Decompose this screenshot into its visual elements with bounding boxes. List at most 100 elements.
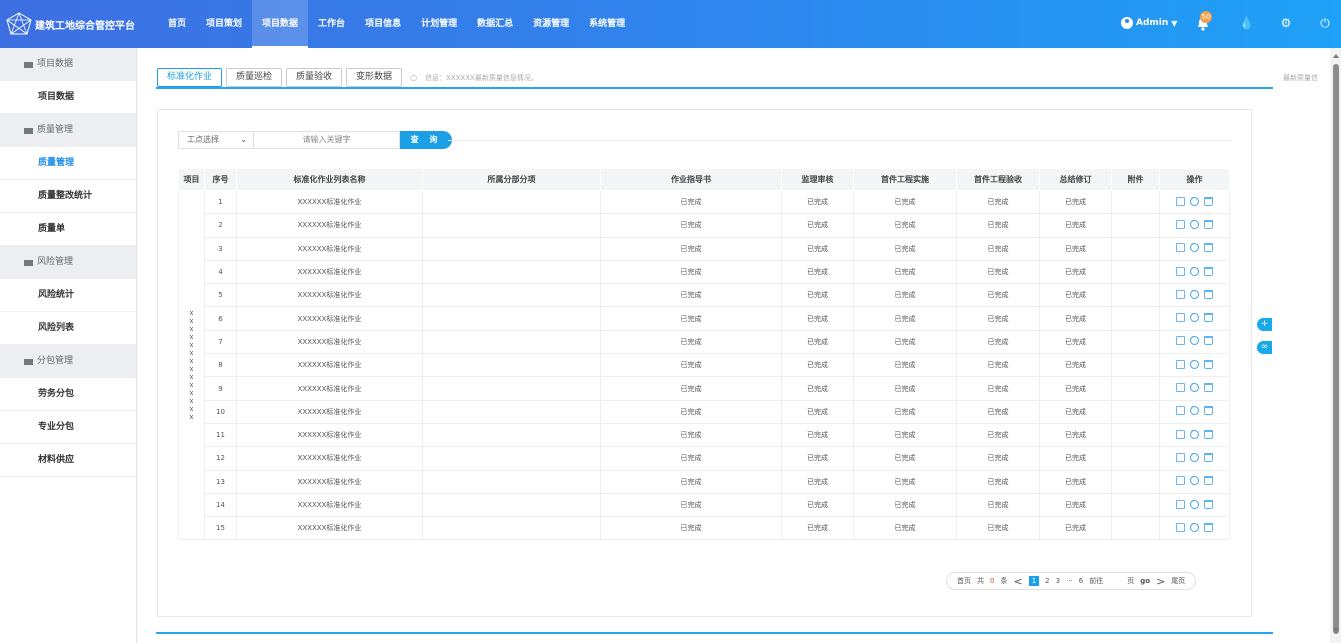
- more-icon[interactable]: [1190, 474, 1199, 486]
- nav-item-workbench[interactable]: 工作台: [308, 0, 355, 48]
- delete-icon[interactable]: [1204, 452, 1213, 462]
- nav-item-resource-management[interactable]: 资源管理: [523, 0, 579, 48]
- sidebar-item-risk-statistics[interactable]: 风险统计: [0, 279, 136, 312]
- edit-icon[interactable]: [1176, 196, 1185, 206]
- edit-icon[interactable]: [1176, 359, 1185, 369]
- theme-drop-icon[interactable]: 💧: [1239, 16, 1254, 30]
- page-2-button[interactable]: 2: [1045, 577, 1049, 585]
- sidebar-group-subcontract[interactable]: 分包管理: [0, 345, 136, 378]
- delete-icon[interactable]: [1204, 359, 1213, 369]
- edit-icon[interactable]: [1176, 266, 1185, 276]
- go-button[interactable]: go: [1140, 577, 1150, 585]
- nav-item-project-info[interactable]: 项目信息: [355, 0, 411, 48]
- app-logo[interactable]: 建筑工地综合管控平台: [6, 12, 135, 36]
- delete-icon[interactable]: [1204, 243, 1213, 253]
- edit-icon[interactable]: [1176, 499, 1185, 509]
- edit-icon[interactable]: [1176, 336, 1185, 346]
- row-first-impl: 已完成: [853, 283, 957, 308]
- more-icon[interactable]: [1190, 265, 1199, 276]
- power-icon[interactable]: ⏻: [1318, 16, 1332, 30]
- delete-icon[interactable]: [1204, 499, 1213, 509]
- nav-item-system-management[interactable]: 系统管理: [579, 0, 635, 48]
- edit-icon[interactable]: [1176, 313, 1185, 323]
- edit-icon[interactable]: [1176, 243, 1185, 253]
- more-icon[interactable]: [1190, 311, 1199, 323]
- sidebar-item-risk-list[interactable]: 风险列表: [0, 312, 136, 345]
- delete-icon[interactable]: [1204, 219, 1213, 229]
- edit-icon[interactable]: [1176, 219, 1185, 229]
- first-page-button[interactable]: 首页: [957, 576, 971, 586]
- vertical-scrollbar[interactable]: [1331, 48, 1341, 643]
- delete-icon[interactable]: [1204, 289, 1213, 299]
- link-float-button[interactable]: ∞: [1257, 341, 1272, 354]
- top-navbar: 建筑工地综合管控平台 首页 项目策划 项目数据 工作台 项目信息 计划管理 数据…: [0, 0, 1341, 48]
- more-icon[interactable]: [1190, 218, 1199, 229]
- last-page-button[interactable]: 尾页: [1171, 576, 1185, 586]
- delete-icon[interactable]: [1204, 406, 1213, 416]
- delete-icon[interactable]: [1204, 196, 1213, 206]
- query-button[interactable]: 查 询: [400, 131, 452, 149]
- more-icon[interactable]: [1190, 521, 1199, 532]
- next-page-button[interactable]: >: [1156, 575, 1165, 588]
- more-icon[interactable]: [1190, 381, 1199, 393]
- more-icon[interactable]: [1190, 195, 1199, 206]
- prev-page-button[interactable]: <: [1013, 575, 1022, 588]
- delete-icon[interactable]: [1204, 336, 1213, 346]
- sidebar-item-labor-subcontract[interactable]: 劳务分包: [0, 378, 136, 411]
- scrollbar-thumb[interactable]: [1333, 64, 1339, 634]
- more-icon[interactable]: [1190, 288, 1199, 299]
- more-icon[interactable]: [1190, 241, 1199, 253]
- page-3-button[interactable]: 3: [1056, 577, 1060, 585]
- edit-icon[interactable]: [1176, 289, 1185, 299]
- scroll-down-arrow-icon[interactable]: [1333, 628, 1339, 632]
- more-icon[interactable]: [1190, 498, 1199, 509]
- row-attachment: [1111, 189, 1160, 215]
- nav-item-home[interactable]: 首页: [158, 0, 196, 48]
- edit-icon[interactable]: [1176, 522, 1185, 532]
- tab-quality-acceptance[interactable]: 质量验收: [286, 68, 343, 87]
- delete-icon[interactable]: [1204, 429, 1213, 439]
- user-menu[interactable]: Admin ▼: [1121, 17, 1177, 29]
- page-1-button[interactable]: 1: [1028, 576, 1040, 586]
- settings-gear-icon[interactable]: ⚙: [1279, 16, 1293, 30]
- edit-icon[interactable]: [1176, 476, 1185, 486]
- nav-item-project-data[interactable]: 项目数据: [252, 0, 309, 48]
- sidebar-item-material-supply[interactable]: 材料供应: [0, 444, 136, 477]
- add-float-button[interactable]: +: [1257, 318, 1272, 331]
- more-icon[interactable]: [1190, 404, 1199, 416]
- more-icon[interactable]: [1190, 358, 1199, 369]
- nav-item-plan-management[interactable]: 计划管理: [411, 0, 467, 48]
- sidebar-item-quality-management[interactable]: 质量管理: [0, 147, 136, 180]
- edit-icon[interactable]: [1176, 383, 1185, 393]
- delete-icon[interactable]: [1204, 522, 1213, 532]
- delete-icon[interactable]: [1204, 383, 1213, 393]
- tab-standardized-work[interactable]: 标准化作业: [157, 68, 223, 87]
- edit-icon[interactable]: [1176, 452, 1185, 462]
- sidebar-group-quality[interactable]: 质量管理: [0, 114, 136, 147]
- row-actions: [1159, 516, 1230, 541]
- sidebar-group-project-data[interactable]: 项目数据: [0, 48, 136, 81]
- site-select[interactable]: 工点选择 ⌄: [178, 131, 253, 149]
- delete-icon[interactable]: [1204, 313, 1213, 323]
- edit-icon[interactable]: [1176, 406, 1185, 416]
- delete-icon[interactable]: [1204, 266, 1213, 276]
- sidebar-item-quality-rectification[interactable]: 质量整改统计: [0, 180, 136, 213]
- notification-button[interactable]: 50: [1196, 11, 1212, 33]
- more-icon[interactable]: [1190, 334, 1199, 346]
- sidebar-item-quality-sheet[interactable]: 质量单: [0, 213, 136, 246]
- delete-icon[interactable]: [1204, 476, 1213, 486]
- tab-deformation-data[interactable]: 变形数据: [346, 68, 403, 87]
- keyword-input[interactable]: 请输入关键字: [253, 131, 400, 149]
- nav-item-project-planning[interactable]: 项目策划: [196, 0, 252, 48]
- sidebar-group-risk[interactable]: 风险管理: [0, 246, 136, 279]
- more-icon[interactable]: [1190, 451, 1199, 462]
- sidebar-item-project-data[interactable]: 项目数据: [0, 81, 136, 114]
- edit-icon[interactable]: [1176, 429, 1185, 439]
- table-row: x x x x x x x x x x x x x x 1 XXXXXX标准化作业已…: [178, 189, 1230, 541]
- nav-item-data-summary[interactable]: 数据汇总: [467, 0, 523, 48]
- more-icon[interactable]: [1190, 428, 1199, 439]
- tab-quality-inspection[interactable]: 质量巡检: [226, 68, 283, 87]
- page-6-button[interactable]: 6: [1079, 577, 1083, 585]
- scroll-up-arrow-icon[interactable]: [1333, 54, 1339, 58]
- sidebar-item-professional-subcontract[interactable]: 专业分包: [0, 411, 136, 444]
